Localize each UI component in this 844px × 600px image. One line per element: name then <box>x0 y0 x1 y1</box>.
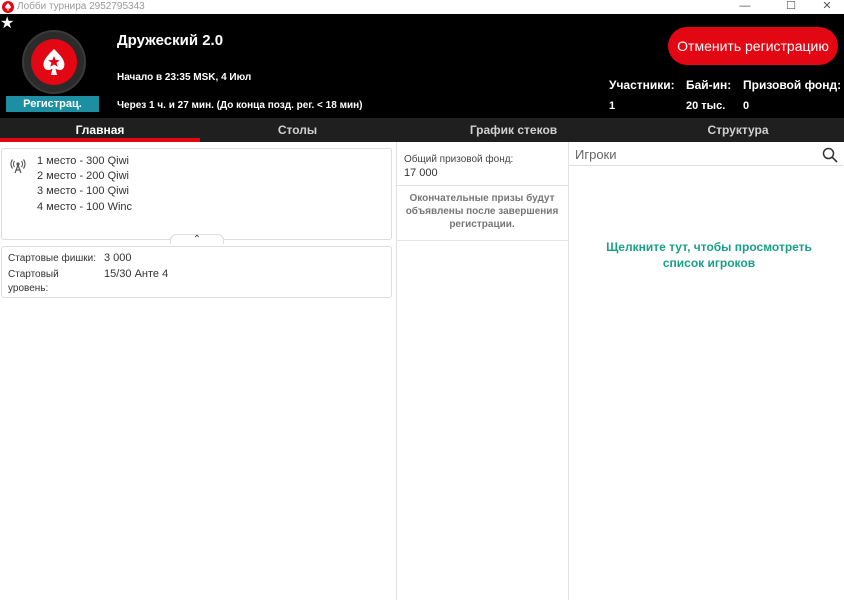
players-search-input[interactable] <box>569 144 843 166</box>
tournament-header: ★ Регистрац. Дружеский 2.0 Начало в 23:3… <box>0 14 844 118</box>
divider <box>397 185 568 186</box>
unregister-button[interactable]: Отменить регистрацию <box>668 27 838 65</box>
payouts-card: 1 место - 300 Qiwi 2 место - 200 Qiwi 3 … <box>1 148 392 245</box>
late-registration-info: Через 1 ч. и 27 мин. (До конца позд. рег… <box>117 100 363 111</box>
star-icon[interactable]: ★ <box>0 16 14 32</box>
total-prize-label: Общий призовой фонд: <box>404 154 514 165</box>
payout-item: 1 место - 300 Qiwi <box>37 155 129 167</box>
starting-level-label: уровень: <box>8 283 49 294</box>
tab-tables[interactable]: Столы <box>200 118 395 142</box>
tab-structure[interactable]: Структура <box>632 118 844 142</box>
tournament-logo <box>22 30 86 94</box>
title-bar: Лобби турнира 2952795343 — ☐ ✕ <box>0 0 844 14</box>
starting-info-card: Стартовые фишки: 3 000 Стартовый уровень… <box>1 246 392 298</box>
maximize-button[interactable]: ☐ <box>776 0 806 13</box>
starting-chips-label: Стартовые фишки: <box>8 253 97 264</box>
antenna-icon <box>10 159 26 174</box>
column-divider <box>568 142 569 600</box>
starting-level-label: Стартовый <box>8 269 59 280</box>
payout-item: 2 место - 200 Qiwi <box>37 170 129 182</box>
buyin-value: 20 тыс. <box>686 100 726 112</box>
pokerstars-app-icon <box>2 1 14 13</box>
prizepool-value: 0 <box>743 100 750 112</box>
players-label: Участники: <box>609 78 675 92</box>
buyin-label: Бай-ин: <box>686 78 732 92</box>
tab-stack-chart[interactable]: График стеков <box>395 118 632 142</box>
tournament-lobby-window: Лобби турнира 2952795343 — ☐ ✕ ★ Регистр… <box>0 0 844 600</box>
total-prize-value: 17 000 <box>404 167 438 179</box>
starting-chips-value: 3 000 <box>104 252 132 264</box>
registration-status-badge: Регистрац. <box>6 96 99 112</box>
payout-item: 4 место - 100 Winc <box>37 201 133 213</box>
spade-logo-icon <box>31 39 77 85</box>
prizepool-label: Призовой фонд: <box>743 78 842 92</box>
starting-level-value: 15/30 Анте 4 <box>104 268 169 280</box>
main-content: 1 место - 300 Qiwi 2 место - 200 Qiwi 3 … <box>0 142 844 600</box>
divider <box>397 240 568 241</box>
tournament-name: Дружеский 2.0 <box>117 32 224 49</box>
collapse-chevron-icon[interactable]: ⌃ <box>170 234 224 245</box>
start-time: Начало в 23:35 MSK, 4 Июл <box>117 72 252 83</box>
column-divider <box>396 142 397 600</box>
search-icon[interactable] <box>822 147 838 163</box>
view-players-link[interactable]: Щелкните тут, чтобы просмотреть список и… <box>587 239 831 271</box>
payout-item: 3 место - 100 Qiwi <box>37 185 129 197</box>
tab-bar: Главная Столы График стеков Структура <box>0 118 844 142</box>
prize-note: Окончательные призы будут объявлены посл… <box>405 193 559 230</box>
minimize-button[interactable]: — <box>730 0 760 13</box>
window-title: Лобби турнира 2952795343 <box>17 1 145 12</box>
players-value: 1 <box>609 100 616 112</box>
close-button[interactable]: ✕ <box>812 0 842 13</box>
